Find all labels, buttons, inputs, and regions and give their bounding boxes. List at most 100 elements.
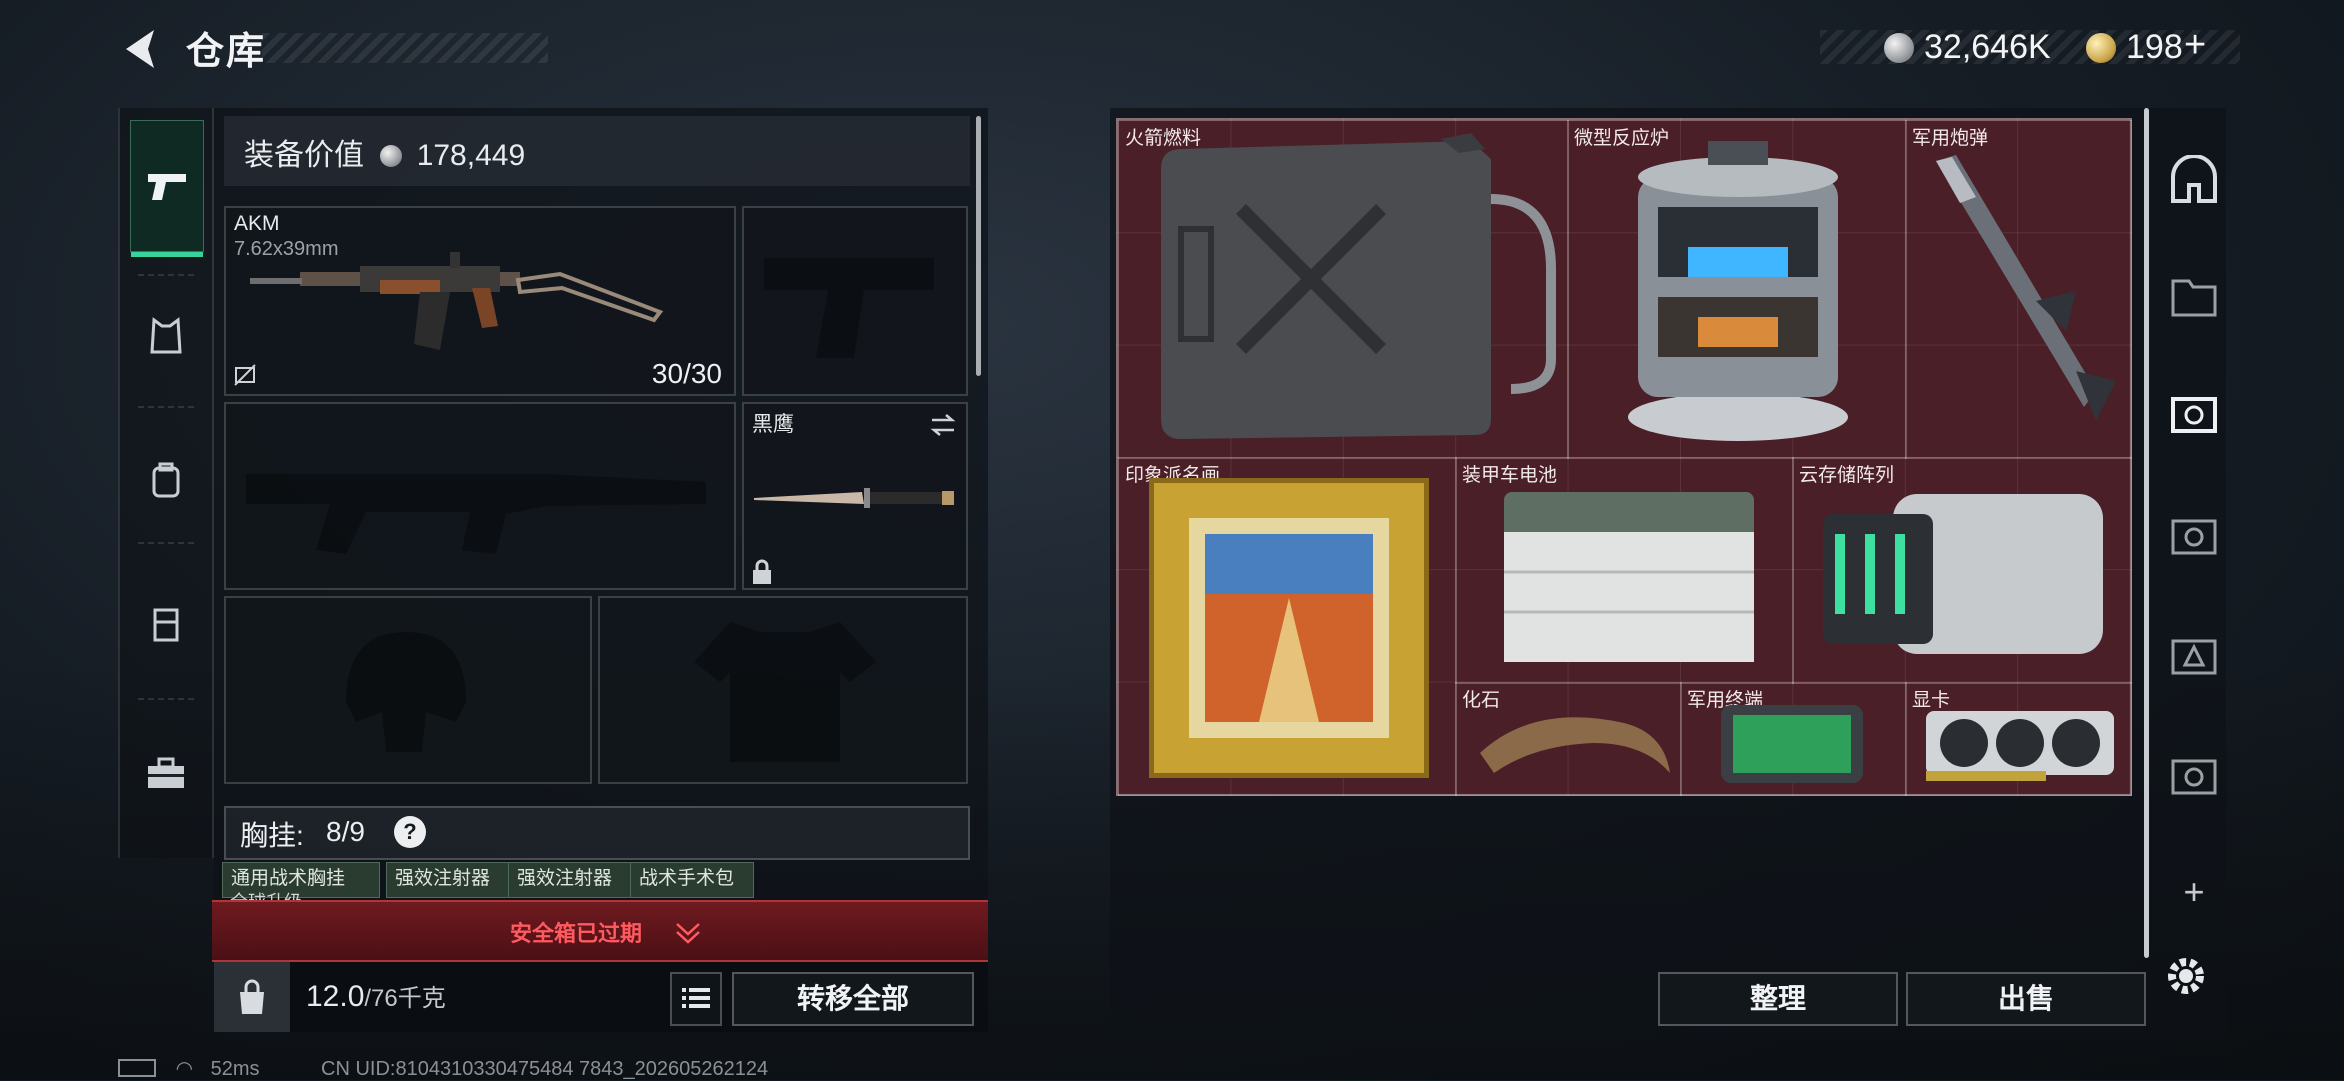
safebox-expired-banner[interactable]: 安全箱已过期	[212, 900, 988, 962]
sort-button[interactable]: 整理	[1658, 972, 1898, 1026]
secondary-rifle-slot[interactable]	[224, 402, 736, 590]
stash-item-micro-reactor[interactable]: 微型反应炉	[1567, 120, 1907, 459]
add-stash-tab-button[interactable]: +	[2164, 862, 2224, 922]
tab-safehouse[interactable]	[2164, 150, 2224, 210]
tab-stash-2[interactable]	[2164, 384, 2224, 444]
carry-weight-max: /76千克	[364, 985, 446, 1012]
tab-weapons[interactable]	[130, 120, 204, 257]
rifle-placeholder-icon	[246, 474, 706, 554]
equipment-value: 装备价值 178,449	[244, 130, 525, 174]
silver-currency-value: 32,646K	[1924, 28, 2051, 66]
stash-scrollbar[interactable]	[2144, 108, 2149, 958]
transfer-all-button[interactable]: 转移全部	[732, 972, 974, 1026]
primary-weapon-slot[interactable]: AKM 7.62x39mm 30/30	[224, 206, 736, 396]
folder-icon	[2171, 279, 2217, 317]
chevron-down-icon	[676, 923, 700, 944]
safehouse-icon	[2171, 155, 2217, 203]
case-icon	[153, 608, 179, 642]
tab-stash-5[interactable]	[2164, 746, 2224, 806]
status-bar: ◠ 52ms CN UID:8104310330475484 7843_2026…	[118, 1056, 768, 1081]
stash-box-icon	[2171, 759, 2217, 795]
silver-coin-icon	[380, 145, 403, 167]
storage-array-image	[1823, 494, 2103, 654]
user-uid: CN UID:8104310330475484 7843_20260526212…	[321, 1058, 769, 1080]
stash-item-fossil[interactable]: 化石	[1455, 682, 1682, 796]
equipment-value-amount: 178,449	[416, 139, 526, 172]
stash-tab-nav: +	[2144, 108, 2226, 958]
tab-toolbox[interactable]	[130, 738, 202, 810]
settings-button[interactable]	[2162, 952, 2210, 1005]
terminal-image	[1721, 705, 1863, 783]
weapon-ammo-count: 30/30	[651, 358, 722, 389]
stash-item-rocket-fuel[interactable]: 火箭燃料	[1118, 120, 1569, 459]
tab-stash-4[interactable]	[2164, 626, 2224, 686]
chest-rig-capacity: 8/9	[326, 816, 365, 847]
page-title: 仓库	[186, 31, 267, 73]
stash-item-armored-vehicle-battery[interactable]: 装甲车电池	[1455, 457, 1794, 684]
battery-icon	[118, 1059, 156, 1077]
tab-stash-3[interactable]	[2164, 506, 2224, 566]
safebox-status: 安全箱已过期	[510, 921, 643, 946]
tab-armor[interactable]	[130, 300, 202, 372]
fossil-image	[1480, 717, 1670, 773]
back-arrow-icon	[126, 30, 154, 68]
equipment-value-label: 装备价值	[244, 139, 364, 172]
rig-item-injector[interactable]: 强效注射器	[508, 862, 632, 898]
melee-slot[interactable]: 黑鹰	[742, 402, 968, 590]
secondary-weapon-slot[interactable]	[742, 206, 968, 396]
stash-grid: 火箭燃料 微型反应炉 军用炮弹 印象派名画 装甲车电池 云存储阵列 化石 军用终…	[1116, 118, 2132, 796]
silver-coin-icon	[1884, 33, 1914, 63]
chest-rig-row: 胸挂: 8/9 ?	[224, 806, 970, 860]
stash-item-military-shell[interactable]: 军用炮弹	[1905, 120, 2132, 459]
chest-rig-label: 胸挂:	[240, 820, 304, 851]
helmet-placeholder-icon	[346, 632, 466, 752]
backpack-icon	[152, 462, 180, 498]
pistol-placeholder-icon	[764, 258, 934, 358]
help-icon[interactable]: ?	[394, 816, 426, 848]
armor-placeholder-icon	[694, 622, 876, 762]
reactor-image	[1628, 141, 1848, 441]
tab-case[interactable]	[130, 588, 202, 660]
fuel-canister-image	[1161, 133, 1556, 439]
ping: 52ms	[210, 1058, 260, 1080]
stash-item-cloud-storage-array[interactable]: 云存储阵列	[1792, 457, 2132, 684]
carry-weight: 12.0/76千克	[306, 978, 446, 1014]
lock-icon	[753, 559, 771, 584]
pistol-icon	[148, 174, 186, 200]
swap-icon[interactable]	[928, 412, 958, 438]
tab-stash-1[interactable]	[2164, 266, 2224, 326]
vest-icon	[150, 317, 182, 354]
stash-box-icon	[2171, 397, 2217, 433]
armor-slot[interactable]	[598, 596, 968, 784]
loadout-category-nav	[118, 108, 214, 858]
painting-image	[1149, 478, 1429, 778]
list-view-button[interactable]	[670, 972, 722, 1026]
wifi-icon: ◠	[175, 1058, 194, 1080]
toolbox-icon	[148, 757, 184, 788]
akm-rifle-image	[250, 252, 664, 350]
stash-item-impressionist-painting[interactable]: 印象派名画	[1118, 457, 1457, 796]
carry-weight-value: 12.0	[306, 980, 365, 1013]
stash-box-icon	[2171, 519, 2217, 555]
melee-name: 黑鹰	[752, 413, 794, 436]
loadout-scrollbar[interactable]	[976, 116, 981, 376]
shell-image	[1936, 155, 2116, 421]
stash-item-military-terminal[interactable]: 军用终端	[1680, 682, 1907, 796]
graphics-card-image	[1926, 711, 2114, 781]
weight-icon	[240, 979, 264, 1014]
helmet-slot[interactable]	[224, 596, 592, 784]
weight-lock-button[interactable]	[214, 962, 290, 1032]
rig-item-surgical-kit[interactable]: 战术手术包	[630, 862, 754, 898]
tab-backpack[interactable]	[130, 444, 202, 516]
knife-image	[754, 488, 954, 508]
back-button[interactable]	[118, 26, 164, 72]
stash-warning-icon	[2171, 639, 2217, 675]
gear-icon	[2168, 958, 2204, 994]
sell-button[interactable]: 出售	[1906, 972, 2146, 1026]
stash-item-graphics-card[interactable]: 显卡	[1905, 682, 2132, 796]
list-icon	[682, 988, 710, 1008]
rig-item-injector[interactable]: 强效注射器	[386, 862, 510, 898]
add-currency-button[interactable]: +	[2184, 24, 2206, 67]
no-attachment-icon	[234, 364, 256, 386]
battery-image	[1504, 492, 1754, 662]
